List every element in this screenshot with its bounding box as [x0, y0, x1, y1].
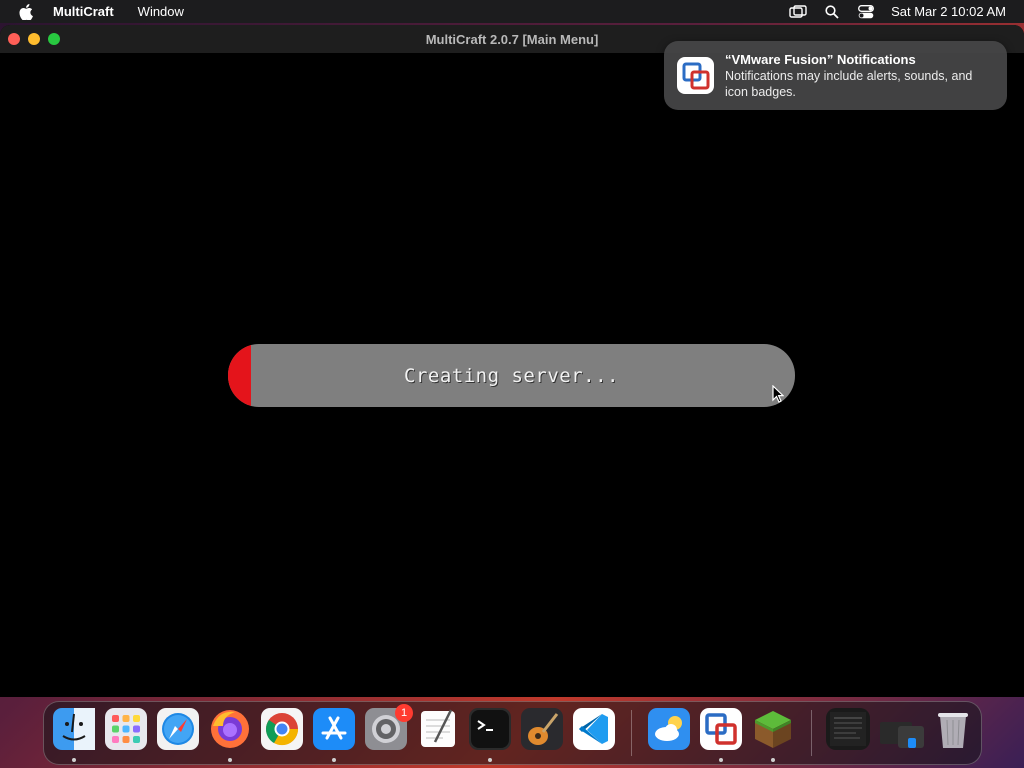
dock-running-indicator	[488, 758, 492, 762]
notification-body: Notifications may include alerts, sounds…	[725, 69, 973, 99]
dock-garageband-icon[interactable]	[521, 708, 563, 750]
apple-icon[interactable]	[19, 3, 33, 20]
dock-system-settings-icon[interactable]: 1	[365, 704, 413, 750]
progress-bar: Creating server...	[228, 344, 795, 407]
dock-trash-icon[interactable]	[932, 708, 974, 750]
dock-chrome-icon[interactable]	[261, 708, 303, 750]
dock-textedit-icon[interactable]	[417, 708, 459, 750]
window-title: MultiCraft 2.0.7 [Main Menu]	[425, 31, 599, 47]
dock-running-indicator	[771, 758, 775, 762]
control-center-icon[interactable]	[849, 0, 883, 23]
dock-running-indicator	[228, 758, 232, 762]
mouse-cursor-icon	[772, 385, 784, 403]
menu-app-name[interactable]: MultiCraft	[53, 4, 114, 19]
dock-terminal-icon[interactable]	[469, 708, 511, 750]
dock-vscode-icon[interactable]	[573, 708, 615, 750]
dock-downloads-stack-icon[interactable]	[878, 708, 926, 750]
app-window: MultiCraft 2.0.7 [Main Menu] Creating se…	[0, 25, 1024, 697]
menu-window[interactable]: Window	[138, 4, 184, 19]
dock-separator	[811, 710, 812, 756]
notification-title: “VMware Fusion” Notifications	[725, 52, 916, 67]
progress-label: Creating server...	[404, 364, 619, 387]
dock-minimized-window-thumbnail[interactable]	[826, 708, 870, 750]
minimize-window-button[interactable]	[28, 33, 40, 45]
vmware-fusion-icon	[677, 57, 714, 94]
spotlight-search-icon[interactable]	[815, 0, 849, 23]
zoom-window-button[interactable]	[48, 33, 60, 45]
notification-banner[interactable]: “VMware Fusion” Notifications Notificati…	[664, 41, 1007, 110]
dock-safari-icon[interactable]	[157, 708, 199, 750]
dock: 1	[43, 701, 982, 765]
menu-bar: MultiCraft Window Sat Mar 2 10:02 AM	[0, 0, 1024, 23]
dock-separator	[631, 710, 632, 756]
dock-launchpad-icon[interactable]	[105, 708, 147, 750]
close-window-button[interactable]	[8, 33, 20, 45]
notification-badge: 1	[395, 704, 413, 722]
dock-vmware-fusion-icon[interactable]	[700, 708, 742, 750]
dock-running-indicator	[72, 758, 76, 762]
dock-weather-icon[interactable]	[648, 708, 690, 750]
dock-running-indicator	[719, 758, 723, 762]
dock-finder-icon[interactable]	[53, 708, 95, 750]
status-area: Sat Mar 2 10:02 AM	[781, 0, 1006, 23]
dock-firefox-icon[interactable]	[209, 708, 251, 750]
menu-clock[interactable]: Sat Mar 2 10:02 AM	[891, 4, 1006, 19]
screen-mirroring-icon[interactable]	[781, 0, 815, 23]
dock-running-indicator	[332, 758, 336, 762]
dock-multicraft-icon[interactable]	[752, 708, 794, 750]
dock-app-store-icon[interactable]	[313, 708, 355, 750]
